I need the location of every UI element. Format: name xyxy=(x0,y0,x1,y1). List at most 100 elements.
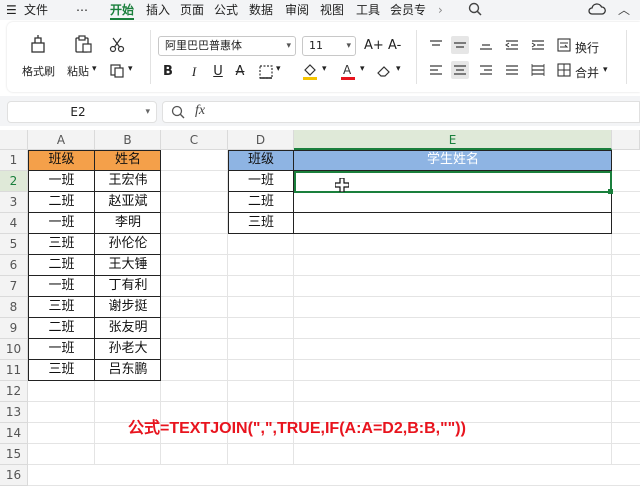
indent-decrease-icon[interactable] xyxy=(504,38,520,52)
row-header-10[interactable]: 10 xyxy=(0,339,28,360)
table-cell-class[interactable]: 一班 xyxy=(228,171,294,192)
table-cell-class[interactable]: 三班 xyxy=(28,297,95,318)
column-header-f[interactable] xyxy=(612,130,640,150)
align-middle-icon[interactable] xyxy=(451,36,469,54)
distribute-icon[interactable] xyxy=(530,63,546,77)
align-left-icon[interactable] xyxy=(428,63,444,77)
table-cell-name[interactable]: 丁有利 xyxy=(95,276,161,297)
table-cell-class[interactable]: 一班 xyxy=(28,276,95,297)
chevron-down-icon[interactable]: ▾ xyxy=(396,64,401,74)
merge-cells-icon[interactable] xyxy=(556,62,572,78)
column-header-a[interactable]: A xyxy=(28,130,95,150)
table-cell-class[interactable]: 二班 xyxy=(28,255,95,276)
chevron-up-icon[interactable]: ︿ xyxy=(618,2,630,18)
menu-data[interactable]: 数据 xyxy=(249,2,273,18)
column-header-c[interactable]: C xyxy=(161,130,228,150)
table-cell-name[interactable]: 孙伦伦 xyxy=(95,234,161,255)
table-cell-class[interactable]: 二班 xyxy=(28,318,95,339)
row-header-2[interactable]: 2 xyxy=(0,171,28,192)
font-size-select[interactable]: 11 ▾ xyxy=(302,36,356,56)
align-center-icon[interactable] xyxy=(451,61,469,79)
chevron-down-icon[interactable]: ▾ xyxy=(360,64,365,74)
cloud-sync-icon[interactable] xyxy=(588,2,606,18)
menu-review[interactable]: 审阅 xyxy=(285,2,309,18)
underline-button[interactable]: U xyxy=(210,63,226,81)
font-name-select[interactable]: 阿里巴巴普惠体 ▾ xyxy=(158,36,296,56)
table-cell-name[interactable]: 吕东鹏 xyxy=(95,360,161,381)
table-cell-class[interactable]: 二班 xyxy=(28,192,95,213)
chevron-down-icon[interactable]: ▾ xyxy=(92,64,97,74)
menu-page[interactable]: 页面 xyxy=(180,2,204,18)
row-header-14[interactable]: 14 xyxy=(0,423,28,444)
paste-icon[interactable] xyxy=(72,33,94,55)
table-cell-name[interactable]: 王大锤 xyxy=(95,255,161,276)
row-header-5[interactable]: 5 xyxy=(0,234,28,255)
table-cell-class[interactable]: 一班 xyxy=(28,213,95,234)
table-cell-name[interactable]: 谢步挺 xyxy=(95,297,161,318)
eraser-icon[interactable] xyxy=(374,62,394,80)
menu-member[interactable]: 会员专 xyxy=(390,2,426,18)
table-cell-student-names[interactable] xyxy=(294,213,612,234)
copy-icon[interactable] xyxy=(108,62,126,80)
indent-increase-icon[interactable] xyxy=(530,38,546,52)
table-cell-name[interactable]: 张友明 xyxy=(95,318,161,339)
chevron-down-icon[interactable]: ▾ xyxy=(603,65,608,75)
italic-button[interactable]: I xyxy=(186,63,202,81)
menu-insert[interactable]: 插入 xyxy=(146,2,170,18)
row-header-1[interactable]: 1 xyxy=(0,150,28,171)
row-header-6[interactable]: 6 xyxy=(0,255,28,276)
table-cell-name[interactable]: 王宏伟 xyxy=(95,171,161,192)
fill-color-icon[interactable] xyxy=(300,61,320,81)
table-cell-class[interactable]: 一班 xyxy=(28,171,95,192)
table-cell-class[interactable]: 三班 xyxy=(28,360,95,381)
font-color-icon[interactable]: A xyxy=(338,61,358,81)
name-box[interactable]: E2 ▾ xyxy=(7,101,157,123)
scissors-icon[interactable] xyxy=(108,36,126,54)
hamburger-icon[interactable]: ☰ xyxy=(6,2,17,18)
row-header-3[interactable]: 3 xyxy=(0,192,28,213)
chevron-down-icon[interactable]: ▾ xyxy=(276,64,281,74)
row-header-7[interactable]: 7 xyxy=(0,276,28,297)
grow-font-button[interactable]: A+ xyxy=(364,38,384,53)
table-header-name[interactable]: 姓名 xyxy=(95,150,161,171)
table-header-student-name[interactable]: 学生姓名 xyxy=(294,150,612,171)
table-cell-class[interactable]: 三班 xyxy=(28,234,95,255)
chevron-down-icon[interactable]: ▾ xyxy=(322,64,327,74)
row-header-9[interactable]: 9 xyxy=(0,318,28,339)
menu-view[interactable]: 视图 xyxy=(320,2,344,18)
row-header-16[interactable]: 16 xyxy=(0,465,28,486)
align-bottom-icon[interactable] xyxy=(478,38,494,52)
wrap-text-label[interactable]: 换行 xyxy=(575,39,599,56)
search-icon[interactable] xyxy=(468,2,482,18)
table-header-class[interactable]: 班级 xyxy=(28,150,95,171)
menu-more[interactable]: ⋯ xyxy=(76,2,88,18)
table-cell-class[interactable]: 二班 xyxy=(228,192,294,213)
wrap-text-icon[interactable] xyxy=(556,37,572,53)
menu-tools[interactable]: 工具 xyxy=(356,2,380,18)
merge-label[interactable]: 合并 xyxy=(575,64,599,81)
border-icon[interactable] xyxy=(256,63,276,81)
function-icon[interactable]: fx xyxy=(195,103,205,119)
table-cell-class[interactable]: 一班 xyxy=(28,339,95,360)
formula-input[interactable]: fx xyxy=(162,101,640,123)
column-header-e[interactable]: E xyxy=(294,130,612,150)
align-top-icon[interactable] xyxy=(428,38,444,52)
row-header-12[interactable]: 12 xyxy=(0,381,28,402)
paste-label[interactable]: 粘贴 xyxy=(67,63,89,79)
select-all-corner[interactable] xyxy=(0,130,28,150)
row-header-13[interactable]: 13 xyxy=(0,402,28,423)
table-header-class[interactable]: 班级 xyxy=(228,150,294,171)
table-cell-name[interactable]: 孙老大 xyxy=(95,339,161,360)
fill-handle[interactable] xyxy=(608,189,613,194)
menu-home[interactable]: 开始 xyxy=(110,2,134,18)
table-cell-class[interactable]: 三班 xyxy=(228,213,294,234)
menu-file[interactable]: 文件 xyxy=(24,2,48,18)
zoom-icon[interactable] xyxy=(171,105,185,122)
row-header-11[interactable]: 11 xyxy=(0,360,28,381)
row-header-4[interactable]: 4 xyxy=(0,213,28,234)
chevron-right-icon[interactable]: › xyxy=(438,2,443,18)
table-cell-student-names[interactable] xyxy=(294,192,612,213)
menu-formula[interactable]: 公式 xyxy=(214,2,238,18)
bold-button[interactable]: B xyxy=(160,63,176,81)
column-header-b[interactable]: B xyxy=(95,130,161,150)
